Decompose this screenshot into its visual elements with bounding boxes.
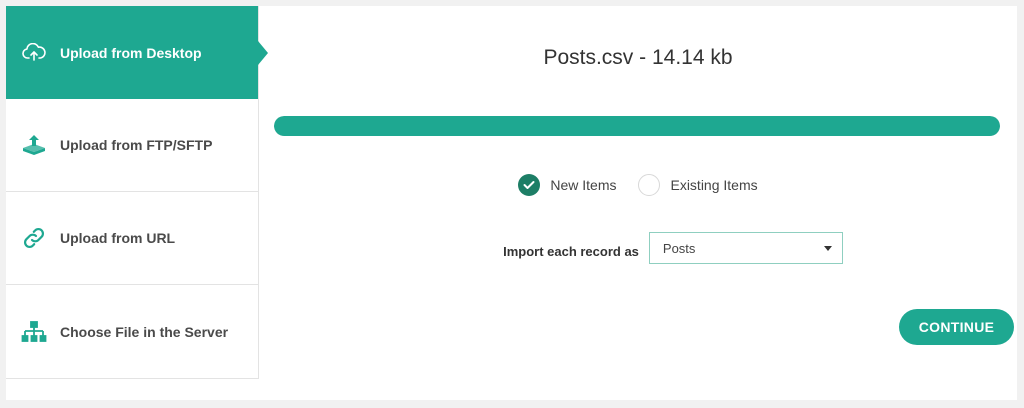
upload-main-area: Posts.csv - 14.14 kb New Items Existing …: [259, 6, 1017, 400]
cloud-upload-icon: [21, 40, 47, 66]
radio-empty-circle-icon[interactable]: [638, 174, 661, 196]
record-type-select[interactable]: Posts: [648, 232, 843, 264]
ftp-upload-icon: [21, 132, 47, 158]
sidebar-item-label: Upload from FTP/SFTP: [60, 137, 213, 153]
caret-down-icon: [823, 245, 832, 251]
checkmark-icon[interactable]: [518, 174, 541, 196]
import-mode-radio-group: New Items Existing Items: [259, 174, 1017, 196]
radio-label: New Items: [550, 177, 617, 193]
radio-new-items[interactable]: New Items: [518, 174, 616, 196]
sidebar-item-upload-ftp[interactable]: Upload from FTP/SFTP: [6, 99, 258, 192]
radio-existing-items[interactable]: Existing Items: [638, 174, 758, 196]
continue-button[interactable]: CONTINUE: [899, 309, 1014, 345]
import-record-label: Import each record as: [503, 243, 639, 259]
sidebar-item-label: Upload from Desktop: [60, 44, 202, 61]
sidebar-item-upload-desktop[interactable]: Upload from Desktop: [6, 6, 268, 99]
sidebar-item-label: Choose File in the Server: [60, 323, 229, 340]
server-tree-icon: [21, 319, 47, 345]
link-icon: [21, 225, 47, 251]
file-title: Posts.csv - 14.14 kb: [543, 46, 733, 69]
import-panel: Upload from Desktop Upload from FTP/SFTP…: [6, 6, 1017, 400]
sidebar-item-label: Upload from URL: [60, 230, 176, 246]
sidebar-item-choose-server-file[interactable]: Choose File in the Server: [6, 285, 258, 378]
upload-source-sidebar: Upload from Desktop Upload from FTP/SFTP…: [6, 6, 268, 379]
radio-label: Existing Items: [670, 177, 758, 193]
upload-progress-fill: [274, 116, 1000, 136]
record-type-selected-value: Posts: [662, 240, 696, 256]
sidebar-item-upload-url[interactable]: Upload from URL: [6, 192, 258, 285]
upload-progress-bar: [274, 116, 1000, 136]
import-record-row: Import each record as Posts: [259, 232, 1017, 264]
